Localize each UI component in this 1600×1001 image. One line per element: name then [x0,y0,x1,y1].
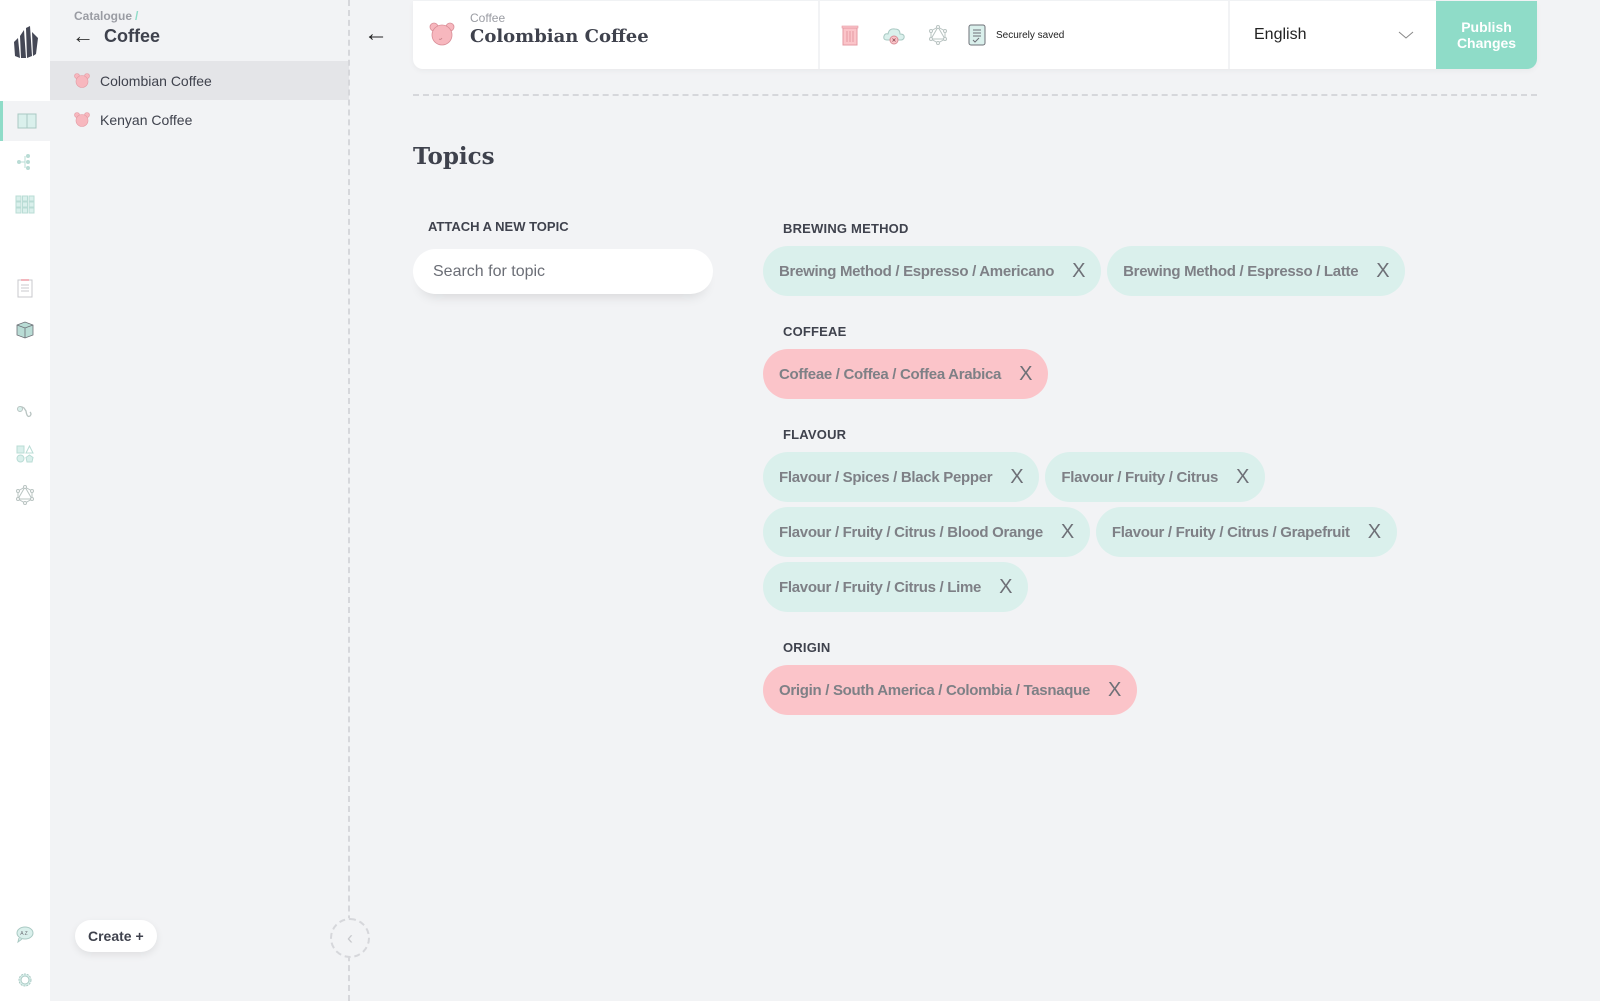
topic-chip-label: Brewing Method / Espresso / Americano [779,262,1055,280]
rail-tree[interactable] [0,142,50,182]
chevron-down-icon [1398,31,1414,39]
editor-topbar: Coffee Colombian Coffee Securely saved E… [413,1,1537,69]
svg-text:A Z: A Z [20,931,28,937]
remove-topic-icon[interactable]: X [1010,466,1023,489]
shapes-icon [16,444,34,463]
remove-topic-icon[interactable]: X [1368,521,1381,544]
saved-doc-icon [968,24,986,46]
breadcrumb-separator: / [135,9,139,23]
breadcrumb: Catalogue / [74,9,138,23]
topic-chip: Flavour / Fruity / Citrus / Blood Orange… [763,507,1090,557]
catalogue-sidebar: Catalogue / ← Coffee Colombian Coffee Ken… [50,0,349,1001]
rail-shapes[interactable] [0,434,50,474]
remove-topic-icon[interactable]: X [999,576,1012,599]
topic-chip: Flavour / Spices / Black Pepper X [763,452,1040,502]
rail-settings[interactable] [0,960,50,1000]
back-arrow-icon[interactable]: ← [72,25,94,47]
chevron-left-icon: ‹ [347,927,353,948]
save-status: Securely saved [968,24,1064,46]
remove-topic-icon[interactable]: X [1108,679,1121,702]
topic-chip-label: Flavour / Fruity / Citrus / Grapefruit [1111,523,1350,541]
topic-chip-label: Brewing Method / Espresso / Latte [1123,262,1359,280]
topic-chip: Brewing Method / Espresso / Latte X [1107,246,1406,296]
icon-rail: A Z [0,0,50,1001]
rail-graphql[interactable] [0,475,50,515]
clipboard-icon [17,279,33,298]
rail-webhooks[interactable] [0,392,50,432]
item-breadcrumb[interactable]: Coffee [470,11,505,25]
language-select[interactable]: English [1232,1,1436,69]
topic-group-flavour: FLAVOUR Flavour / Spices / Black Pepper X… [763,427,1423,612]
item-title-area: Coffee Colombian Coffee [413,1,820,69]
remove-topic-icon[interactable]: X [1236,466,1249,489]
topic-chip: Flavour / Fruity / Citrus / Grapefruit X [1095,507,1397,557]
sidebar-divider [348,0,350,1001]
rail-clipboard[interactable] [0,268,50,308]
topic-chip-label: Coffeae / Coffea / Coffea Arabica [779,365,1002,383]
topic-group-label: COFFEAE [783,324,847,339]
collapse-sidebar-button[interactable]: ‹ [330,918,370,958]
product-pig-icon [74,112,90,127]
list-item[interactable]: Kenyan Coffee [50,100,349,139]
topic-chip: Flavour / Fruity / Citrus / Lime X [763,562,1029,612]
list-item[interactable]: Colombian Coffee [50,61,349,100]
rail-catalogue[interactable] [0,101,50,141]
header-divider [413,94,1537,96]
catalogue-icon [17,113,36,129]
topic-chip: Flavour / Fruity / Citrus X [1045,452,1266,502]
product-pig-icon [74,73,90,88]
topic-chip: Brewing Method / Espresso / Americano X [763,246,1102,296]
item-title: Colombian Coffee [470,26,649,47]
remove-topic-icon[interactable]: X [1072,260,1085,283]
section-title: Topics [413,143,495,170]
rail-grid[interactable] [0,184,50,224]
breadcrumb-catalogue[interactable]: Catalogue [74,9,132,23]
topic-group-brewing-method: BREWING METHOD Brewing Method / Espresso… [763,221,1423,296]
box-icon [16,321,34,339]
topic-group-label: BREWING METHOD [783,221,909,236]
topic-group-label: FLAVOUR [783,427,847,442]
item-actions: Securely saved [820,1,1230,69]
topic-chip-label: Origin / South America / Colombia / Tasn… [779,681,1091,699]
topic-group-origin: ORIGIN Origin / South America / Colombia… [763,640,1423,715]
tree-icon [17,154,30,170]
hook-icon [17,406,32,418]
item-list: Colombian Coffee Kenyan Coffee [50,61,349,139]
topic-chip-label: Flavour / Fruity / Citrus [1061,468,1219,486]
list-item-label: Colombian Coffee [100,72,212,89]
product-pig-icon [429,22,455,46]
topic-group-label: ORIGIN [783,640,831,655]
crystal-logo[interactable] [12,24,40,60]
attach-topic-label: ATTACH A NEW TOPIC [428,219,569,234]
topic-chip: Origin / South America / Colombia / Tasn… [763,665,1138,715]
topic-chip-label: Flavour / Spices / Black Pepper [779,468,993,486]
graphql-icon [16,485,34,505]
topic-chip: Coffeae / Coffea / Coffea Arabica X [763,349,1049,399]
remove-topic-icon[interactable]: X [1019,363,1032,386]
cloud-unpublish-icon[interactable] [882,24,906,46]
remove-topic-icon[interactable]: X [1376,260,1389,283]
folder-title: Coffee [104,25,161,46]
list-item-label: Kenyan Coffee [100,111,193,128]
grid-icon [15,195,35,214]
rail-translate[interactable]: A Z [0,914,50,954]
rail-box[interactable] [0,310,50,350]
remove-topic-icon[interactable]: X [1061,521,1074,544]
back-arrow-icon[interactable]: ← [364,22,388,46]
create-button[interactable]: Create + [75,920,157,952]
folder-header: ← Coffee [72,25,160,47]
topic-chip-label: Flavour / Fruity / Citrus / Lime [779,578,982,596]
translate-icon: A Z [16,926,34,944]
topic-group-coffeae: COFFEAE Coffeae / Coffea / Coffea Arabic… [763,324,1423,399]
topic-chip-label: Flavour / Fruity / Citrus / Blood Orange [779,523,1043,541]
language-value: English [1254,26,1307,43]
topic-groups: BREWING METHOD Brewing Method / Espresso… [763,221,1423,743]
save-status-text: Securely saved [996,29,1065,41]
publish-changes-button[interactable]: Publish Changes [1436,1,1537,69]
topic-search-input[interactable] [413,249,713,294]
gear-icon [18,973,32,987]
graphql-icon[interactable] [928,24,948,46]
trash-icon[interactable] [840,24,860,46]
